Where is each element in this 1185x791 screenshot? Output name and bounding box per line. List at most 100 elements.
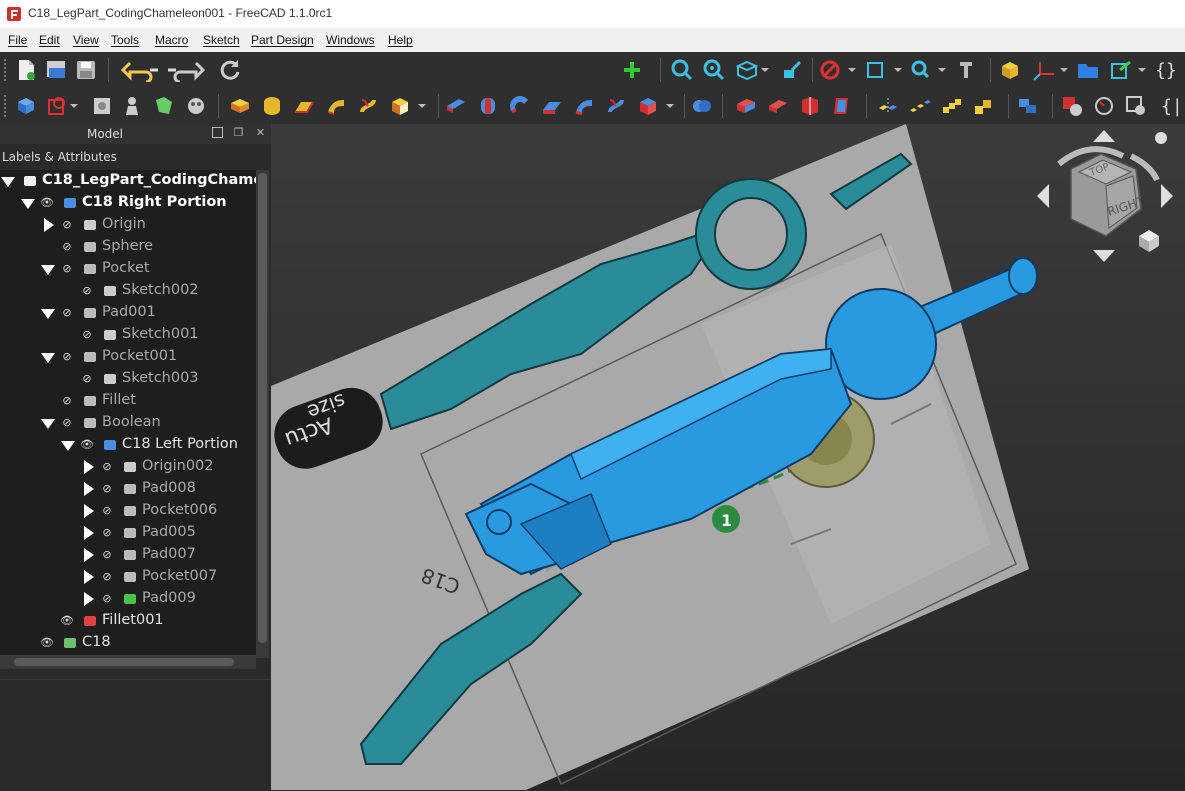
menu-macro[interactable]: Macro (155, 33, 188, 47)
tree-horizontal-scrollbar[interactable] (0, 655, 256, 669)
open-document-icon[interactable] (44, 58, 68, 82)
zoom-fit-all-icon[interactable] (670, 58, 694, 82)
visibility-hidden-icon[interactable]: ⊘ (100, 570, 114, 584)
toolbar-grip[interactable] (4, 59, 10, 81)
visibility-hidden-icon[interactable]: ⊘ (60, 394, 74, 408)
tree-item[interactable]: ⊘ Pad009 (0, 588, 256, 610)
panel-float-icon[interactable] (212, 127, 223, 138)
tree-item[interactable]: ⊘ Sketch002 (0, 280, 256, 302)
navcube-arrow-up-icon[interactable] (1093, 130, 1115, 142)
visibility-hidden-icon[interactable]: ⊘ (100, 592, 114, 606)
helix-icon[interactable] (356, 94, 380, 118)
tree-item[interactable]: ⊘ Pocket007 (0, 566, 256, 588)
chamfer-icon[interactable] (766, 94, 790, 118)
pad-icon[interactable] (228, 94, 252, 118)
navcube-arrow-right-icon[interactable] (1161, 184, 1173, 208)
redo-icon[interactable] (166, 58, 206, 82)
selection-filter-icon[interactable] (864, 58, 904, 82)
tree-item[interactable]: ⊘ Sketch003 (0, 368, 256, 390)
part-icon[interactable] (998, 58, 1022, 82)
tree-item[interactable]: ⊘ Pad005 (0, 522, 256, 544)
menu-tools[interactable]: Tools (111, 33, 139, 47)
menu-part-design[interactable]: Part Design (251, 33, 314, 47)
collapse-arrow-icon[interactable] (1, 177, 15, 187)
draw-style-icon[interactable] (818, 58, 858, 82)
datum-lcs-icon[interactable] (1030, 58, 1070, 82)
tree-item[interactable]: ⊘ Fillet (0, 390, 256, 412)
hole-icon[interactable] (476, 94, 500, 118)
shape-binder-icon[interactable] (120, 94, 144, 118)
refresh-icon[interactable] (218, 58, 242, 82)
expand-arrow-icon[interactable] (84, 526, 94, 540)
expand-arrow-icon[interactable] (84, 482, 94, 496)
visibility-hidden-icon[interactable]: ⊘ (60, 218, 74, 232)
tree-column-header[interactable]: Labels & Attributes (0, 146, 271, 168)
add-icon[interactable] (620, 58, 644, 82)
expand-arrow-icon[interactable] (84, 504, 94, 518)
visibility-eye-icon[interactable]: 👁 (40, 636, 54, 650)
mirror-icon[interactable] (876, 94, 900, 118)
scrollbar-thumb[interactable] (258, 173, 267, 643)
visibility-hidden-icon[interactable]: ⊘ (100, 482, 114, 496)
tree-item[interactable]: ⊘ Pocket006 (0, 500, 256, 522)
navigation-cube[interactable]: TOP RIGHT (1037, 130, 1173, 262)
undo-icon[interactable] (120, 58, 160, 82)
scrollbar-thumb[interactable] (14, 658, 234, 666)
tree-item[interactable]: ⊘ Pocket001 (0, 346, 256, 368)
expand-arrow-icon[interactable] (84, 570, 94, 584)
tree-item[interactable]: C18_LegPart_CodingChameleon (0, 170, 256, 192)
joint-icon[interactable] (1060, 94, 1084, 118)
panel-restore-icon[interactable]: ❐ (233, 127, 244, 138)
collapse-arrow-icon[interactable] (41, 309, 55, 319)
fillet-icon[interactable] (734, 94, 758, 118)
visibility-hidden-icon[interactable]: ⊘ (80, 284, 94, 298)
tree-item[interactable]: ⊘ Sphere (0, 236, 256, 258)
menu-windows[interactable]: Windows (326, 33, 375, 47)
new-document-icon[interactable] (14, 58, 38, 82)
tree-item[interactable]: 👁 C18 Left Portion (0, 434, 256, 456)
clock-gauge-icon[interactable] (1092, 94, 1116, 118)
navcube-menu-icon[interactable] (1155, 132, 1167, 144)
tree-item[interactable]: ⊘ Origin (0, 214, 256, 236)
zoom-selection-icon[interactable] (702, 58, 726, 82)
create-body-icon[interactable] (14, 94, 38, 118)
menu-help[interactable]: Help (388, 33, 413, 47)
create-sketch-icon[interactable] (46, 94, 82, 118)
expand-arrow-icon[interactable] (84, 592, 94, 606)
visibility-eye-icon[interactable]: 👁 (60, 614, 74, 628)
zoom-dropdown-icon[interactable] (908, 58, 948, 82)
settings-gear-icon[interactable] (1124, 94, 1148, 118)
clone-icon[interactable] (184, 94, 208, 118)
loft-icon[interactable] (292, 94, 316, 118)
collapse-arrow-icon[interactable] (41, 353, 55, 363)
visibility-hidden-icon[interactable]: ⊘ (100, 548, 114, 562)
multi-transform-icon[interactable] (972, 94, 996, 118)
visibility-hidden-icon[interactable]: ⊘ (80, 328, 94, 342)
pipe-icon[interactable] (324, 94, 348, 118)
menu-file[interactable]: File (8, 33, 27, 47)
boolean-icon[interactable] (690, 94, 714, 118)
groove-icon[interactable] (508, 94, 532, 118)
assembly-icon[interactable] (1016, 94, 1040, 118)
draft-icon[interactable] (798, 94, 822, 118)
pocket-icon[interactable] (444, 94, 468, 118)
macro-braces-icon[interactable]: {} (1152, 58, 1180, 82)
tree-item[interactable]: ⊘ Boolean (0, 412, 256, 434)
menu-view[interactable]: View (73, 33, 99, 47)
group-icon[interactable] (1076, 58, 1100, 82)
subtractive-loft-icon[interactable] (540, 94, 564, 118)
tree-item[interactable]: ⊘ Sketch001 (0, 324, 256, 346)
collapse-arrow-icon[interactable] (41, 265, 55, 275)
tree-item[interactable]: 👁 C18 Right Portion (0, 192, 256, 214)
tree-item[interactable]: ⊘ Pad007 (0, 544, 256, 566)
visibility-hidden-icon[interactable]: ⊘ (60, 240, 74, 254)
menu-sketch[interactable]: Sketch (203, 33, 240, 47)
tree-item[interactable]: ⊘ Pocket (0, 258, 256, 280)
visibility-hidden-icon[interactable]: ⊘ (80, 372, 94, 386)
subtractive-pipe-icon[interactable] (572, 94, 596, 118)
tree-item[interactable]: ⊘ Origin002 (0, 456, 256, 478)
overflow-braces-icon[interactable]: {| (1158, 94, 1182, 118)
link-icon[interactable] (1108, 58, 1148, 82)
3d-viewport[interactable]: Actu size C18 1 TOP RIGHT (271, 124, 1185, 790)
visibility-eye-icon[interactable]: 👁 (80, 438, 94, 452)
